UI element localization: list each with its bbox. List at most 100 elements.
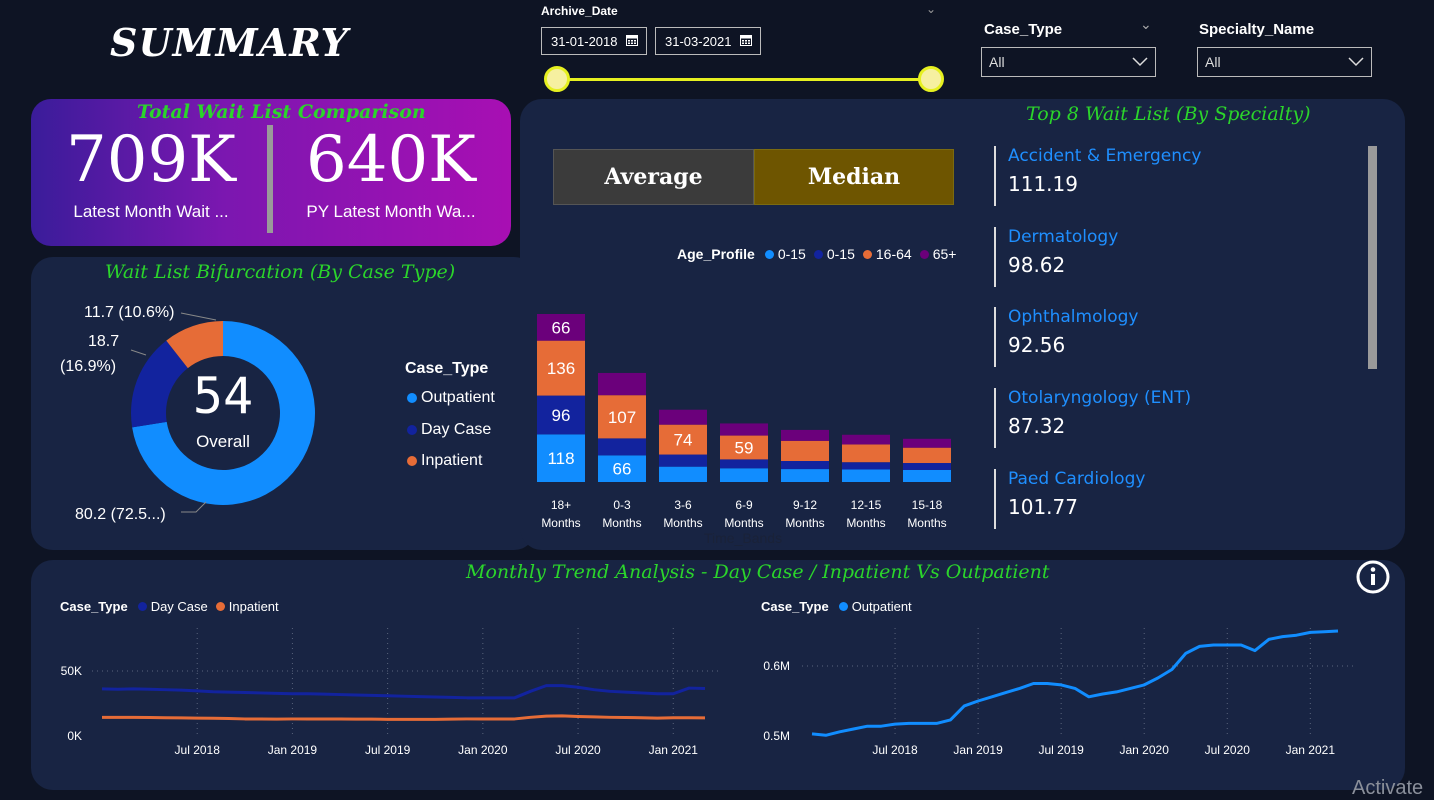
kpi-title: Total Wait List Comparison <box>137 101 426 123</box>
legend-dot-inpatient <box>407 456 417 466</box>
chevron-down-icon[interactable]: ⌄ <box>926 2 936 16</box>
bar-data-label: 66 <box>613 460 632 479</box>
bar-segment[interactable] <box>720 423 768 436</box>
specialty-name: Dermatology <box>1008 226 1119 247</box>
specialty-name: Otolaryngology (ENT) <box>1008 388 1192 409</box>
bar-segment[interactable] <box>781 440 829 461</box>
daycase-leader-line <box>130 349 147 356</box>
latest-month-value: 709K <box>66 123 236 197</box>
bar-segment[interactable] <box>842 444 890 463</box>
archive-date-label: Archive_Date <box>541 4 618 18</box>
trend-line-day-case[interactable] <box>101 684 706 700</box>
specialty-list-scrollbar[interactable] <box>1368 146 1377 369</box>
legend-label-trend-daycase[interactable]: Day Case <box>151 599 208 614</box>
bar-category-label: 9-12 <box>793 498 817 512</box>
end-date-input[interactable]: 31-03-2021 <box>655 27 761 55</box>
bar-segment[interactable] <box>720 468 768 482</box>
average-button[interactable]: Average <box>553 149 754 205</box>
bar-segment[interactable] <box>903 438 951 448</box>
legend-dot-trend-daycase <box>137 602 147 611</box>
bar-segment[interactable] <box>659 454 707 467</box>
legend-dot-daycase <box>407 425 417 435</box>
y-tick-label: 50K <box>61 664 82 678</box>
legend-label-age-16-64[interactable]: 16-64 <box>876 246 912 262</box>
bar-segment[interactable] <box>781 469 829 482</box>
chevron-down-icon[interactable]: ⌄ <box>1140 17 1152 33</box>
bar-category-label: 15-18 <box>912 498 943 512</box>
legend-label-trend-outpatient[interactable]: Outpatient <box>852 599 912 614</box>
bar-segment[interactable] <box>781 429 829 441</box>
legend-label-age-65-plus[interactable]: 65+ <box>933 246 957 262</box>
x-tick-label: Jan 2019 <box>953 743 1003 757</box>
bar-segment[interactable] <box>903 469 951 482</box>
outpatient-data-label: 80.2 (72.5...) <box>75 506 166 523</box>
bar-segment[interactable] <box>842 469 890 482</box>
legend-label-age-0-15-a[interactable]: 0-15 <box>778 246 806 262</box>
legend-label-daycase: Day Case <box>421 421 492 438</box>
calendar-icon[interactable] <box>739 34 752 49</box>
specialty-item[interactable]: Dermatology 98.62 <box>994 226 1119 287</box>
outpatient-line-chart: Jul 2018 Jan 2019 Jul 2019 Jan 2020 Jul 2020… <box>763 628 1353 757</box>
bar-segment[interactable] <box>842 434 890 445</box>
bar-category-label: Months <box>907 516 946 530</box>
date-range-track[interactable] <box>556 78 932 81</box>
specialty-name: Ophthalmology <box>1008 307 1139 328</box>
legend-dot-trend-outpatient <box>838 602 848 611</box>
bar-category-label: Months <box>602 516 641 530</box>
median-button[interactable]: Median <box>754 149 954 205</box>
daycase-data-label-value: 18.7 <box>88 333 120 350</box>
x-tick-label: Jan 2021 <box>649 743 699 757</box>
legend-item-daycase[interactable]: Day Case <box>407 421 491 439</box>
legend-dot-age-65-plus <box>919 249 929 259</box>
calendar-icon[interactable] <box>625 34 638 49</box>
legend-item-outpatient[interactable]: Outpatient <box>407 389 495 407</box>
start-date-value: 31-01-2018 <box>551 33 618 49</box>
case-type-value: All <box>989 54 1005 70</box>
date-slider-end-handle[interactable] <box>918 66 944 92</box>
specialty-select[interactable]: All <box>1197 47 1372 77</box>
start-date-input[interactable]: 31-01-2018 <box>541 27 647 55</box>
legend-label-outpatient: Outpatient <box>421 389 495 406</box>
bar-axis-title: Time_Bands <box>704 530 783 546</box>
x-tick-label: Jul 2019 <box>365 743 411 757</box>
bar-data-label: 59 <box>735 438 754 457</box>
age-profile-legend-title: Age_Profile <box>677 246 755 262</box>
chevron-down-icon <box>1348 57 1364 67</box>
specialty-value: 101.77 <box>1008 494 1078 519</box>
kpi-card: Total Wait List Comparison 709K Latest M… <box>31 99 511 246</box>
date-slider-start-handle[interactable] <box>544 66 570 92</box>
trend-line-outpatient[interactable] <box>811 629 1339 737</box>
specialty-item[interactable]: Paed Cardiology 101.77 <box>994 468 1145 529</box>
bar-category-label: 12-15 <box>851 498 882 512</box>
case-type-legend-title: Case_Type <box>405 360 489 377</box>
specialty-item[interactable]: Accident & Emergency 111.19 <box>994 146 1201 206</box>
donut-center-value: 54 <box>192 367 254 425</box>
bar-segment[interactable] <box>903 463 951 470</box>
bar-segment[interactable] <box>659 466 707 482</box>
specialty-item[interactable]: Ophthalmology 92.56 <box>994 307 1139 368</box>
bar-segment[interactable] <box>659 409 707 425</box>
specialty-item[interactable]: Otolaryngology (ENT) 87.32 <box>994 388 1192 449</box>
x-tick-label: Jul 2019 <box>1038 743 1084 757</box>
specialty-list: Accident & Emergency 111.19 Dermatology 98.… <box>994 146 1364 536</box>
specialty-value: 92.56 <box>1008 333 1066 358</box>
bar-category-label: 3-6 <box>674 498 692 512</box>
trend-line-inpatient[interactable] <box>102 714 706 721</box>
bar-data-label: 118 <box>547 449 574 468</box>
bar-segment[interactable] <box>720 459 768 469</box>
legend-dot-outpatient <box>407 393 417 403</box>
bar-segment[interactable] <box>598 372 646 396</box>
inpatient-data-label: 11.7 (10.6%) <box>84 304 175 321</box>
info-icon[interactable] <box>1356 560 1390 594</box>
case-type-select[interactable]: All <box>981 47 1156 77</box>
bar-data-label: 96 <box>552 406 571 425</box>
bar-segment[interactable] <box>781 461 829 470</box>
legend-label-trend-inpatient[interactable]: Inpatient <box>229 599 279 614</box>
bar-segment[interactable] <box>842 462 890 470</box>
bar-segment[interactable] <box>598 438 646 456</box>
legend-label-age-0-15-b[interactable]: 0-15 <box>827 246 855 262</box>
legend-item-inpatient[interactable]: Inpatient <box>407 452 482 470</box>
bar-category-label: Months <box>724 516 763 530</box>
bar-segment[interactable] <box>903 447 951 464</box>
bifurcation-title: Wait List Bifurcation (By Case Type) <box>105 261 456 283</box>
